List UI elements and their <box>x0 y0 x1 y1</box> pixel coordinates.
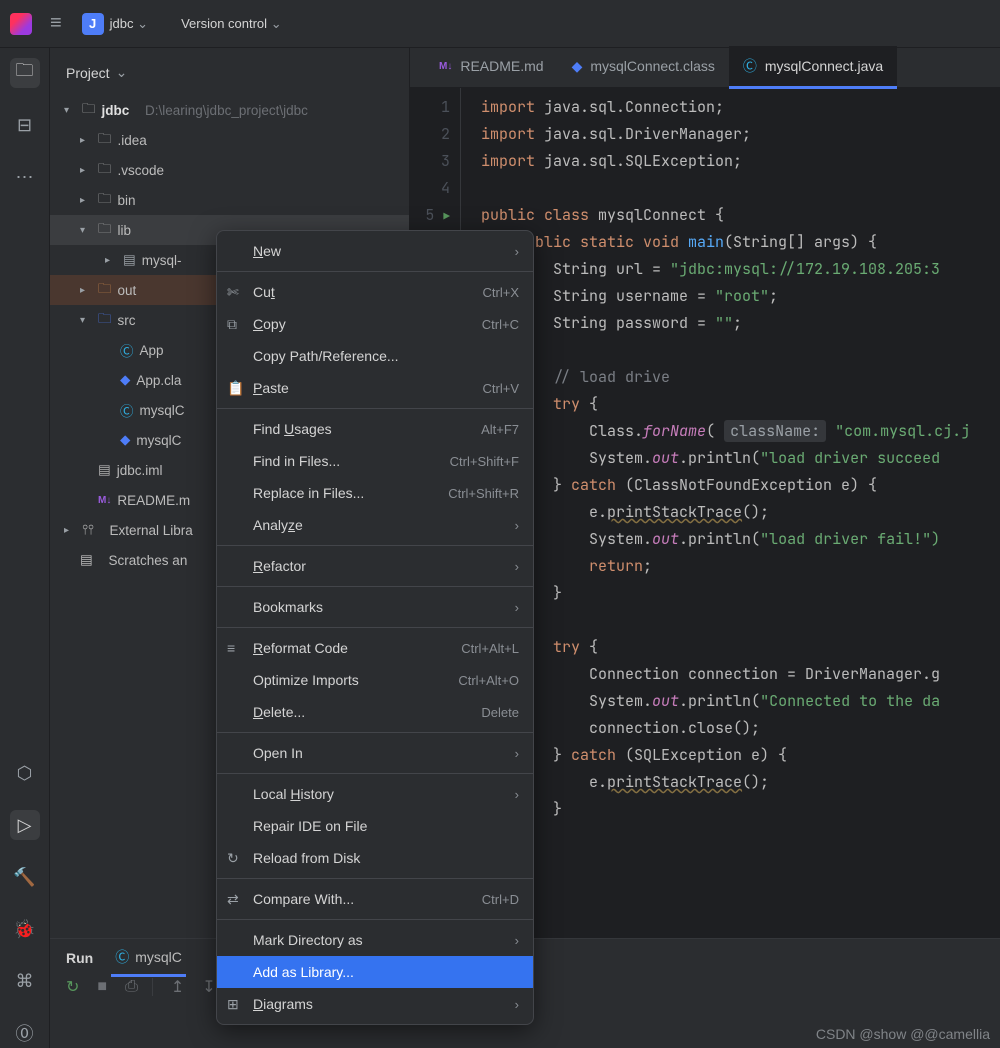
reformat-icon: ≡ <box>227 640 235 656</box>
menu-repair[interactable]: Repair IDE on File <box>217 810 533 842</box>
project-badge[interactable]: J <box>82 13 104 35</box>
tree-row-folder[interactable]: ▸🗀.idea <box>50 125 409 155</box>
menu-compare[interactable]: ⇄Compare With...Ctrl+D <box>217 883 533 915</box>
menu-refactor[interactable]: Refactor› <box>217 550 533 582</box>
menu-optimize[interactable]: Optimize ImportsCtrl+Alt+O <box>217 664 533 696</box>
chevron-right-icon: › <box>515 559 519 574</box>
tab-readme[interactable]: M↓README.md <box>425 48 558 87</box>
menu-reformat[interactable]: ≡Reformat CodeCtrl+Alt+L <box>217 632 533 664</box>
scissors-icon: ✄ <box>227 284 239 301</box>
menu-add-library[interactable]: Add as Library... <box>217 956 533 988</box>
java-class-icon: Ⓒ <box>120 400 134 420</box>
reload-icon: ↻ <box>227 850 239 867</box>
menu-new[interactable]: New› <box>217 235 533 267</box>
menu-mark-dir[interactable]: Mark Directory as› <box>217 924 533 956</box>
menu-copy[interactable]: ⧉CopyCtrl+C <box>217 308 533 340</box>
tab-class[interactable]: ◆mysqlConnect.class <box>558 48 729 88</box>
menu-replace-files[interactable]: Replace in Files...Ctrl+Shift+R <box>217 477 533 509</box>
menu-open-in[interactable]: Open In› <box>217 737 533 769</box>
menu-reload[interactable]: ↻Reload from Disk <box>217 842 533 874</box>
run-tool-icon[interactable]: ▷ <box>10 810 40 840</box>
step-down-icon[interactable]: ↧ <box>202 977 215 997</box>
scratches-icon: ▤ <box>80 552 93 568</box>
menu-diagrams[interactable]: ⊞Diagrams› <box>217 988 533 1020</box>
chevron-right-icon: › <box>515 997 519 1012</box>
chevron-right-icon: › <box>515 244 519 259</box>
tree-row-folder[interactable]: ▸🗀.vscode <box>50 155 409 185</box>
chevron-right-icon: › <box>515 518 519 533</box>
menu-cut[interactable]: ✄CutCtrl+X <box>217 276 533 308</box>
tab-java[interactable]: ⒸmysqlConnect.java <box>729 46 897 89</box>
menu-copy-path[interactable]: Copy Path/Reference... <box>217 340 533 372</box>
chevron-right-icon: › <box>515 746 519 761</box>
project-pane-header[interactable]: Project ⌄ <box>50 58 409 87</box>
paste-icon: 📋 <box>227 380 244 397</box>
menu-delete[interactable]: Delete...Delete <box>217 696 533 728</box>
structure-tool-icon[interactable]: ⊟ <box>10 110 40 140</box>
class-file-icon: ◆ <box>120 372 130 388</box>
menu-paste[interactable]: 📋PasteCtrl+V <box>217 372 533 404</box>
java-class-icon: Ⓒ <box>115 947 129 967</box>
chevron-down-icon: ⌄ <box>271 16 282 31</box>
tree-row-root[interactable]: ▾🗀 jdbc D:\learing\jdbc_project\jdbc <box>50 95 409 125</box>
copy-icon: ⧉ <box>227 316 237 333</box>
markdown-file-icon: M↓ <box>98 495 111 506</box>
context-menu: New› ✄CutCtrl+X ⧉CopyCtrl+C Copy Path/Re… <box>216 230 534 1025</box>
terminal-tool-icon[interactable]: ⌘ <box>10 966 40 996</box>
version-control-dropdown[interactable]: Version control ⌄ <box>181 16 307 32</box>
run-gutter-icon[interactable]: ▶ <box>443 210 450 224</box>
step-up-icon[interactable]: ↥ <box>171 977 184 997</box>
left-tool-rail: 🗀 ⊟ ⋯ ⬡ ▷ 🔨 🐞 ⌘ ⓪ <box>0 48 50 1048</box>
markdown-file-icon: M↓ <box>439 61 452 72</box>
watermark: CSDN @show @@camellia <box>816 1026 990 1042</box>
titlebar: ≡ J jdbc ⌄ Version control ⌄ <box>0 0 1000 48</box>
diagrams-icon: ⊞ <box>227 996 239 1013</box>
stop-icon[interactable]: ■ <box>97 978 107 996</box>
editor-tabs: M↓README.md ◆mysqlConnect.class ⒸmysqlCo… <box>410 48 1000 88</box>
java-class-icon: Ⓒ <box>120 340 134 360</box>
services-tool-icon[interactable]: ⬡ <box>10 758 40 788</box>
problems-tool-icon[interactable]: ⓪ <box>10 1018 40 1048</box>
java-class-icon: Ⓒ <box>743 56 757 76</box>
code-body[interactable]: import java.sql.Connection; import java.… <box>460 88 976 938</box>
project-name-dropdown[interactable]: jdbc ⌄ <box>110 16 173 32</box>
class-file-icon: ◆ <box>120 432 130 448</box>
chevron-right-icon: › <box>515 933 519 948</box>
project-tool-icon[interactable]: 🗀 <box>10 58 40 88</box>
compare-icon: ⇄ <box>227 891 239 908</box>
menu-find-usages[interactable]: Find UsagesAlt+F7 <box>217 413 533 445</box>
main-menu-icon[interactable]: ≡ <box>50 12 62 35</box>
tree-row-folder[interactable]: ▸🗀bin <box>50 185 409 215</box>
library-icon: ⫯⫯ <box>82 522 94 538</box>
menu-find-files[interactable]: Find in Files...Ctrl+Shift+F <box>217 445 533 477</box>
class-file-icon: ◆ <box>572 58 583 75</box>
menu-local-history[interactable]: Local History› <box>217 778 533 810</box>
menu-bookmarks[interactable]: Bookmarks› <box>217 591 533 623</box>
chevron-right-icon: › <box>515 600 519 615</box>
run-config-tab[interactable]: ⒸmysqlC <box>111 940 186 977</box>
debug-tool-icon[interactable]: 🐞 <box>10 914 40 944</box>
chevron-down-icon: ⌄ <box>116 64 128 81</box>
build-tool-icon[interactable]: 🔨 <box>10 862 40 892</box>
iml-file-icon: ▤ <box>98 462 111 478</box>
rerun-icon[interactable]: ↻ <box>66 977 79 997</box>
run-tab-label[interactable]: Run <box>66 950 93 966</box>
chevron-down-icon: ⌄ <box>137 16 148 31</box>
app-logo-icon <box>10 13 32 35</box>
menu-analyze[interactable]: Analyze› <box>217 509 533 541</box>
more-tool-icon[interactable]: ⋯ <box>10 162 40 192</box>
chevron-right-icon: › <box>515 787 519 802</box>
snapshot-icon[interactable]: ⎙ <box>125 978 153 996</box>
